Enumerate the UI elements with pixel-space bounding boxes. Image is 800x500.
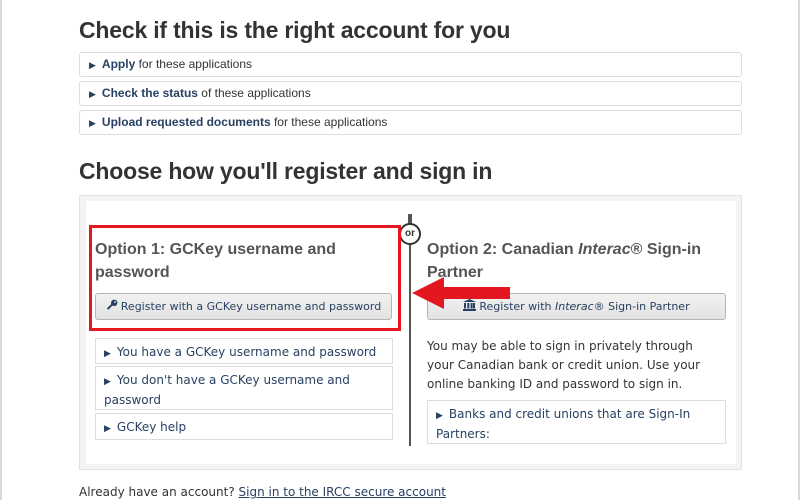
register-gckey-button[interactable]: Register with a GCKey username and passw… [95,293,392,320]
triangle-right-icon: ▶ [104,424,111,434]
page-left-border [0,0,2,500]
gckey-help-label: GCKey help [116,420,187,434]
register-interac-italic: Interac [555,300,594,313]
signin-ircc-link[interactable]: Sign in to the IRCC secure account [239,485,446,499]
details-upload-bold: Upload requested documents [101,115,271,129]
footer-prefix: Already have an account? [79,485,239,499]
details-apply-bold: Apply [101,57,136,71]
option2-heading-italic: Interac [578,241,631,258]
triangle-right-icon: ▶ [104,349,111,359]
red-arrow-icon [412,277,510,309]
option2-heading-prefix: Option 2: Canadian [427,241,579,258]
option1-heading: Option 1: GCKey username and password [95,241,336,281]
gckey-no-account-item[interactable]: ▶ You don't have a GCKey username and pas… [95,366,393,410]
banks-partners-item[interactable]: ▶ Banks and credit unions that are Sign-I… [427,400,726,444]
check-account-title: Check if this is the right account for y… [79,17,511,43]
gckey-no-account-label: You don't have a GCKey username and pass… [104,373,350,407]
triangle-right-icon: ▶ [436,411,443,421]
or-separator: or [399,223,421,245]
triangle-right-icon: ▶ [89,118,96,128]
details-apply-text: for these applications [135,57,253,71]
gckey-help-item[interactable]: ▶ GCKey help [95,413,393,440]
details-upload-text: for these applications [270,115,388,129]
details-check-status[interactable]: ▶ Check the status of these applications [79,81,742,106]
banks-partners-label: Banks and credit unions that are Sign-In… [436,407,691,441]
details-check-status-bold: Check the status [101,86,198,100]
footer-signin-line: Already have an account? Sign in to the … [79,485,446,499]
gckey-have-account-label: You have a GCKey username and password [116,345,377,359]
register-interac-suffix: ® Sign-in Partner [593,300,690,313]
register-signin-title: Choose how you'll register and sign in [79,158,493,184]
gckey-have-account-item[interactable]: ▶ You have a GCKey username and password [95,338,393,364]
register-gckey-label: Register with a GCKey username and passw… [120,300,382,313]
triangle-right-icon: ▶ [104,377,111,387]
details-check-status-text: of these applications [197,86,311,100]
options-divider [409,228,411,446]
key-icon [106,294,118,319]
triangle-right-icon: ▶ [89,89,96,99]
triangle-right-icon: ▶ [89,60,96,70]
details-upload-documents[interactable]: ▶ Upload requested documents for these ap… [79,110,742,135]
details-apply[interactable]: ▶ Apply for these applications [79,52,742,77]
interac-description: You may be able to sign in privately thr… [427,339,701,391]
